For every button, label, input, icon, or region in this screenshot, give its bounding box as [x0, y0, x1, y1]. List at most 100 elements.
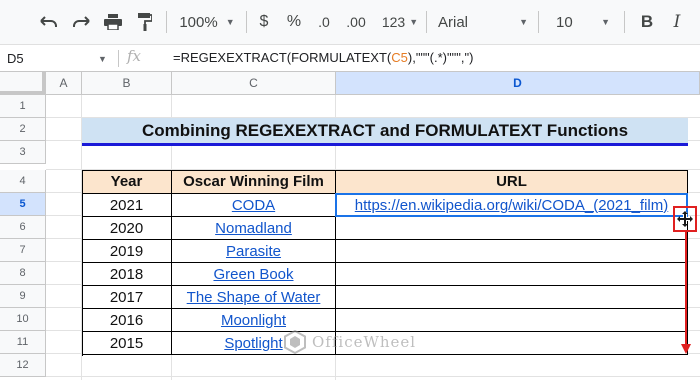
increase-decimal-button[interactable]: .00 [342, 0, 370, 44]
url-cell[interactable] [336, 263, 688, 286]
zoom-value: 100% [179, 13, 218, 31]
officewheel-watermark: OfficeWheel [284, 330, 416, 354]
film-link[interactable]: The Shape of Water [187, 289, 321, 306]
year-value: 2021 [109, 196, 144, 214]
zoom-select[interactable]: 100% ▼ [174, 0, 240, 44]
font-size-value: 10 [556, 13, 573, 31]
year-cell[interactable]: 2015 [82, 332, 172, 355]
toolbar-separator [624, 11, 625, 33]
film-cell[interactable]: Green Book [172, 263, 336, 286]
select-all-corner[interactable] [0, 72, 46, 95]
column-header-c[interactable]: C [172, 72, 336, 95]
print-icon[interactable] [98, 0, 128, 44]
film-link[interactable]: Moonlight [221, 312, 286, 329]
film-cell[interactable]: Nomadland [172, 217, 336, 240]
url-cell[interactable]: https://en.wikipedia.org/wiki/CODA_(2021… [336, 194, 688, 217]
film-cell[interactable]: Parasite [172, 240, 336, 263]
chevron-down-icon: ▼ [409, 17, 419, 27]
url-link[interactable]: https://en.wikipedia.org/wiki/CODA_(2021… [355, 197, 668, 214]
crosshair-cursor-icon [677, 211, 693, 227]
chevron-down-icon[interactable]: ▼ [98, 54, 107, 64]
film-cell[interactable]: Moonlight [172, 309, 336, 332]
gridline [46, 376, 700, 377]
formula-bar: D5 ▼ fx =REGEXEXTRACT(FORMULATEXT(C5),""… [0, 44, 700, 72]
chevron-down-icon: ▼ [601, 17, 610, 27]
decrease-decimal-button[interactable]: .0 [312, 0, 336, 44]
sheet-title[interactable]: Combining REGEXEXTRACT and FORMULATEXT F… [82, 118, 688, 146]
redo-icon[interactable] [66, 0, 96, 44]
row-header-4[interactable]: 4 [0, 170, 46, 193]
row-header-7[interactable]: 7 [0, 239, 46, 262]
row-header-11[interactable]: 11 [0, 331, 46, 354]
url-cell[interactable] [336, 217, 688, 240]
row-header-5[interactable]: 5 [0, 193, 46, 216]
row-header-3[interactable]: 3 [0, 141, 46, 164]
undo-icon[interactable] [34, 0, 64, 44]
table-header-url[interactable]: URL [336, 170, 688, 194]
paint-format-icon[interactable] [130, 0, 160, 44]
year-cell[interactable]: 2020 [82, 217, 172, 240]
row-label: 11 [16, 336, 29, 348]
row-header-2[interactable]: 2 [0, 118, 46, 141]
row-header-1[interactable]: 1 [0, 95, 46, 118]
formula-cell-reference: C5 [391, 50, 408, 65]
row-label: 2 [19, 123, 26, 135]
column-label: A [59, 76, 68, 90]
italic-icon: I [673, 12, 681, 32]
row-header-12[interactable]: 12 [0, 354, 46, 377]
row-label: 1 [19, 100, 26, 112]
url-cell[interactable] [336, 309, 688, 332]
film-link[interactable]: Parasite [226, 243, 281, 260]
chevron-down-icon: ▼ [519, 17, 528, 27]
more-formats-select[interactable]: 123 ▼ [376, 0, 424, 44]
toolbar: 100% ▼ $ % .0 .00 123 ▼ Arial ▼ 10 ▼ B I [0, 0, 700, 44]
currency-format-button[interactable]: $ [252, 0, 276, 44]
font-family-select[interactable]: Arial ▼ [434, 0, 532, 44]
row-header-6[interactable]: 6 [0, 216, 46, 239]
year-value: 2016 [109, 311, 144, 329]
toolbar-separator [538, 11, 539, 33]
percent-format-button[interactable]: % [282, 0, 306, 44]
year-value: 2018 [109, 265, 144, 283]
year-cell[interactable]: 2018 [82, 263, 172, 286]
film-cell[interactable]: CODA [172, 194, 336, 217]
formula-text-suffix: ),"""(.*)""",") [407, 50, 474, 65]
toolbar-separator [426, 11, 427, 33]
italic-button[interactable]: I [664, 0, 690, 44]
film-cell[interactable]: The Shape of Water [172, 286, 336, 309]
column-header-d[interactable]: D [336, 72, 700, 95]
film-link[interactable]: Green Book [213, 266, 293, 283]
year-cell[interactable]: 2021 [82, 194, 172, 217]
column-header-b[interactable]: B [82, 72, 172, 95]
film-link[interactable]: Spotlight [224, 335, 282, 352]
row-label: 6 [19, 221, 26, 233]
sheet-title-text: Combining REGEXEXTRACT and FORMULATEXT F… [141, 120, 629, 140]
fill-handle[interactable] [673, 206, 697, 232]
toolbar-separator [246, 11, 247, 33]
url-cell[interactable] [336, 286, 688, 309]
font-size-select[interactable]: 10 ▼ [546, 0, 616, 44]
film-link[interactable]: CODA [232, 197, 275, 214]
column-header-a[interactable]: A [46, 72, 82, 95]
row-header-8[interactable]: 8 [0, 262, 46, 285]
row-label: 4 [19, 175, 26, 187]
bold-button[interactable]: B [634, 0, 660, 44]
header-label: Year [110, 173, 143, 190]
font-family-value: Arial [438, 13, 469, 31]
year-cell[interactable]: 2019 [82, 240, 172, 263]
year-value: 2015 [109, 334, 144, 352]
table-header-year[interactable]: Year [82, 170, 172, 194]
currency-icon: $ [259, 13, 269, 30]
year-value: 2019 [109, 242, 144, 260]
year-cell[interactable]: 2016 [82, 309, 172, 332]
film-link[interactable]: Nomadland [215, 220, 292, 237]
more-formats-label: 123 [381, 14, 406, 30]
toolbar-separator [166, 11, 167, 33]
year-cell[interactable]: 2017 [82, 286, 172, 309]
percent-icon: % [286, 13, 302, 30]
url-cell[interactable] [336, 240, 688, 263]
row-header-9[interactable]: 9 [0, 285, 46, 308]
table-header-film[interactable]: Oscar Winning Film [172, 170, 336, 194]
formula-input[interactable]: =REGEXEXTRACT(FORMULATEXT(C5),"""(.*)"""… [173, 50, 473, 65]
row-header-10[interactable]: 10 [0, 308, 46, 331]
